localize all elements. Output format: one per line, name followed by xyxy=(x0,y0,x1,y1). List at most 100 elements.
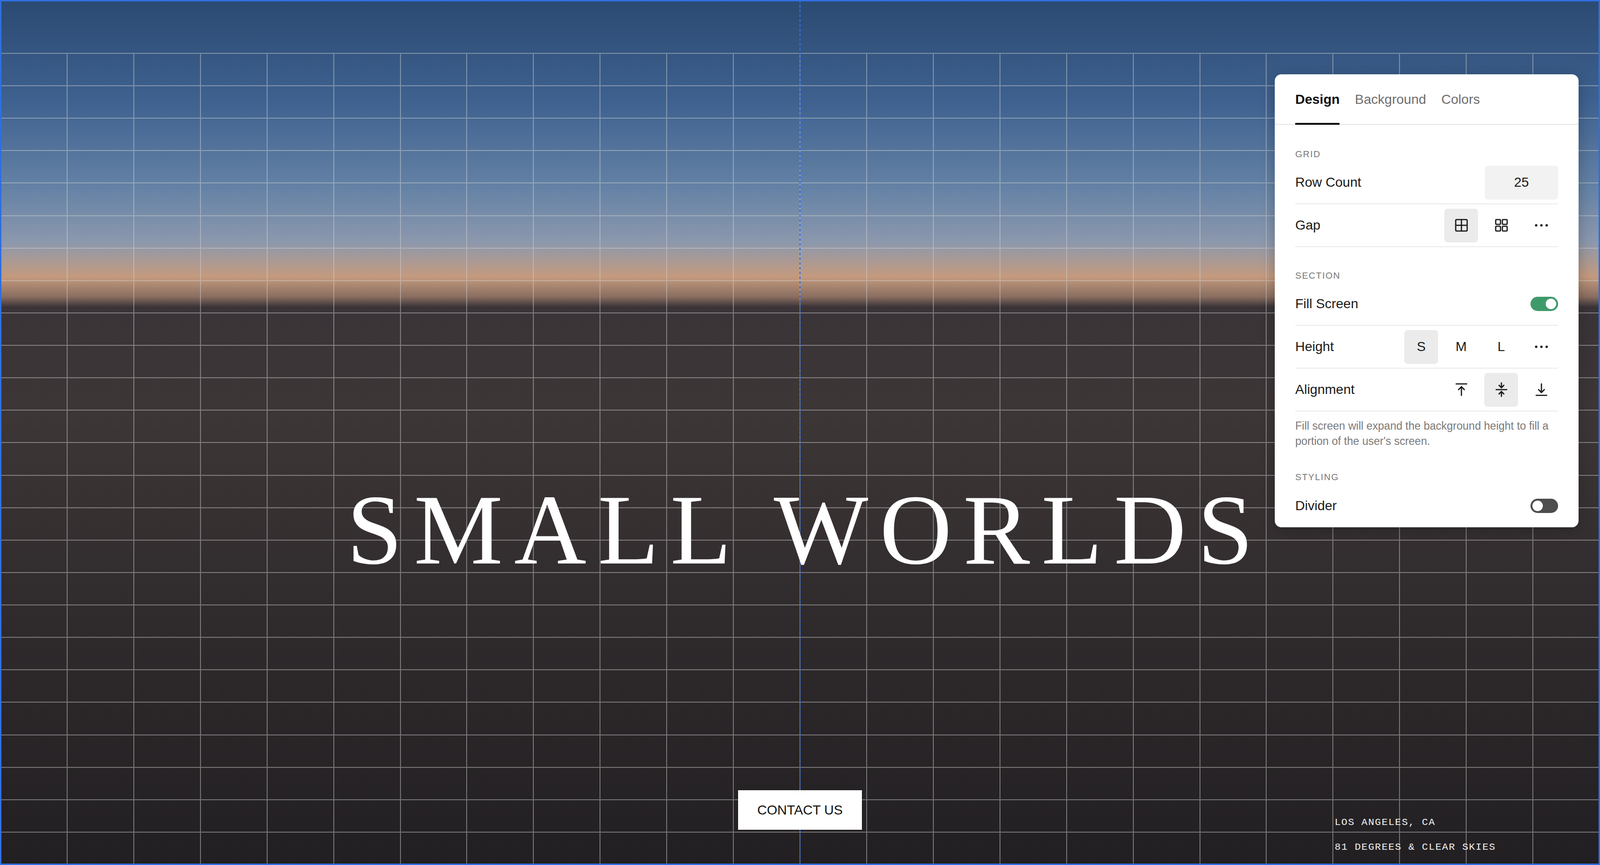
grid-cell xyxy=(1266,572,1334,606)
grid-cell xyxy=(1466,670,1534,703)
height-option[interactable]: S xyxy=(1404,330,1439,364)
grid-cell xyxy=(467,86,534,119)
grid-cell xyxy=(1200,150,1268,184)
grid-cell xyxy=(733,118,801,151)
height-option[interactable]: M xyxy=(1444,330,1479,364)
grid-cell xyxy=(1133,800,1201,833)
grid-cell xyxy=(533,605,601,638)
panel-tab[interactable]: Background xyxy=(1354,74,1426,125)
grid-cell xyxy=(467,345,534,379)
grid-cell xyxy=(334,605,401,638)
grid-cell xyxy=(0,378,68,411)
grid-cell xyxy=(800,118,868,151)
grid-cell xyxy=(1466,540,1534,573)
grid-cell xyxy=(800,410,868,443)
gap-option[interactable] xyxy=(1444,208,1479,243)
alignment-row: Alignment xyxy=(1295,368,1559,412)
grid-cell xyxy=(867,378,934,411)
grid-cell xyxy=(67,442,135,476)
grid-cell xyxy=(200,183,268,216)
grid-cell xyxy=(67,410,135,443)
contact-button[interactable]: CONTACT US xyxy=(738,790,862,830)
grid-cell xyxy=(200,800,268,833)
grid-cell xyxy=(1200,702,1268,735)
grid-cell xyxy=(0,508,68,541)
height-option[interactable] xyxy=(1524,330,1559,364)
grid-cell xyxy=(200,410,268,443)
grid-cell xyxy=(1067,442,1134,476)
grid-cell xyxy=(200,832,268,865)
grid-cell xyxy=(667,280,734,314)
grid-cell xyxy=(1333,572,1400,606)
panel-tab[interactable]: Colors xyxy=(1441,74,1480,125)
grid-cell xyxy=(733,832,801,865)
grid-cell xyxy=(1466,572,1534,606)
grid-cell xyxy=(733,216,801,249)
grid-cell xyxy=(667,86,734,119)
center-guide xyxy=(799,0,801,865)
grid-cell xyxy=(1400,540,1467,573)
grid-cell xyxy=(1266,540,1334,573)
grid-cell xyxy=(334,280,401,314)
gap-label: Gap xyxy=(1295,217,1321,233)
grid-cell xyxy=(134,735,201,768)
grid-cell xyxy=(400,118,468,151)
grid-cell xyxy=(267,475,335,509)
grid-cell xyxy=(933,800,1001,833)
grid-cell xyxy=(0,540,68,573)
grid-cell xyxy=(1067,53,1134,87)
grid-cell xyxy=(867,53,934,87)
grid-cell xyxy=(867,345,934,379)
grid-cell xyxy=(800,248,868,281)
grid-cell xyxy=(1266,702,1334,735)
alignment-option[interactable] xyxy=(1524,372,1559,407)
grid-cell xyxy=(267,313,335,346)
grid-cell xyxy=(1533,637,1600,670)
grid-cell xyxy=(400,378,468,411)
grid-cell xyxy=(134,280,201,314)
gap-option[interactable] xyxy=(1484,208,1519,243)
group-label: SECTION xyxy=(1295,247,1559,283)
grid-cell xyxy=(0,702,68,735)
grid-cell xyxy=(0,832,68,865)
grid-cell xyxy=(600,150,668,184)
fill-screen-toggle[interactable] xyxy=(1530,296,1559,311)
grid-cell xyxy=(67,832,135,865)
grid-cell xyxy=(1200,118,1268,151)
grid-cell xyxy=(267,637,335,670)
grid-cell xyxy=(667,442,734,476)
grid-cell xyxy=(600,378,668,411)
hero-title[interactable]: SMALL WORLDS xyxy=(335,479,1265,580)
location-text[interactable]: LOS ANGELES, CA81 DEGREES & CLEAR SKIES xyxy=(861,810,1600,860)
grid-cell xyxy=(933,345,1001,379)
grid-cell xyxy=(1067,702,1134,735)
grid-cell xyxy=(533,86,601,119)
grid-cell xyxy=(0,605,68,638)
grid-cell xyxy=(400,183,468,216)
grid-cell xyxy=(67,345,135,379)
panel-tab[interactable]: Design xyxy=(1295,74,1340,125)
grid-cell xyxy=(467,150,534,184)
grid-cell xyxy=(733,86,801,119)
grid-cell xyxy=(400,442,468,476)
grid-cell xyxy=(200,378,268,411)
grid-cell xyxy=(0,735,68,768)
grid-cell xyxy=(467,248,534,281)
alignment-option[interactable] xyxy=(1444,372,1479,407)
grid-cell xyxy=(467,53,534,87)
divider-toggle[interactable] xyxy=(1530,498,1559,513)
grid-cell xyxy=(800,637,868,670)
row-count-input[interactable]: 25 xyxy=(1484,165,1559,200)
gap-option[interactable] xyxy=(1524,208,1559,243)
grid-cell xyxy=(267,605,335,638)
grid-cell xyxy=(933,378,1001,411)
grid-cell xyxy=(134,183,201,216)
grid-cell xyxy=(134,150,201,184)
height-option[interactable]: L xyxy=(1484,330,1519,364)
grid-cell xyxy=(1200,216,1268,249)
grid-cell xyxy=(334,118,401,151)
grid-cell xyxy=(0,475,68,509)
grid-cell xyxy=(867,150,934,184)
grid-cell xyxy=(267,118,335,151)
alignment-option[interactable] xyxy=(1484,372,1519,407)
